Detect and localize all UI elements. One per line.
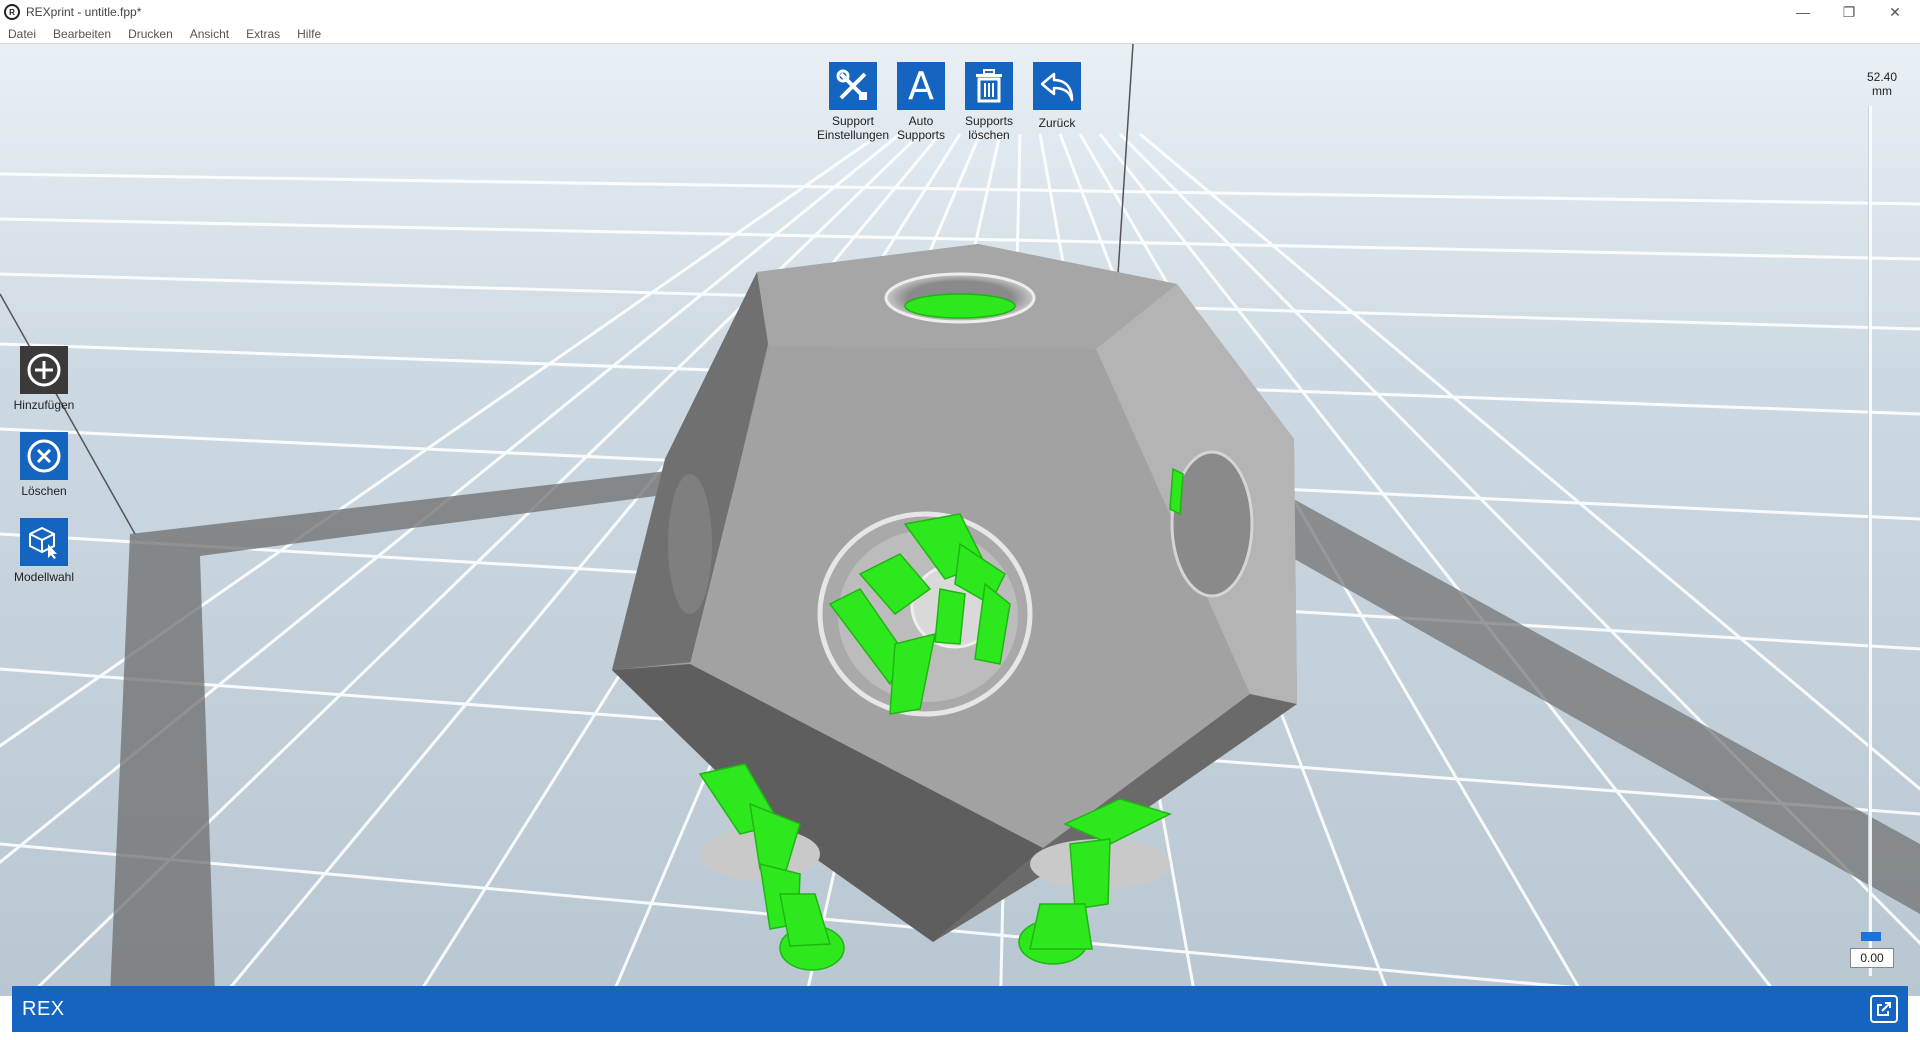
menu-drucken[interactable]: Drucken bbox=[120, 27, 182, 41]
external-link-icon[interactable] bbox=[1870, 995, 1898, 1023]
menu-extras[interactable]: Extras bbox=[238, 27, 289, 41]
add-model-button[interactable]: Hinzufügen bbox=[8, 346, 80, 412]
delete-supports-button[interactable]: Supports löschen bbox=[951, 62, 1027, 142]
scene-canvas bbox=[0, 44, 1920, 996]
height-max-readout: 52.40 mm bbox=[1854, 70, 1910, 98]
x-circle-icon bbox=[20, 432, 68, 480]
back-button[interactable]: Zurück bbox=[1019, 62, 1095, 130]
title-bar: R REXprint - untitle.fpp* — ❐ ✕ bbox=[0, 0, 1920, 24]
tools-icon bbox=[829, 62, 877, 110]
height-max-value: 52.40 bbox=[1866, 70, 1898, 84]
rex-logo-icon: R bbox=[4, 4, 20, 20]
menu-bar: Datei Bearbeiten Drucken Ansicht Extras … bbox=[0, 24, 1920, 44]
auto-supports-button[interactable]: A Auto Supports bbox=[883, 62, 959, 142]
3d-viewport[interactable]: Support Einstellungen A Auto Supports Su… bbox=[0, 44, 1920, 996]
status-bar: REX bbox=[12, 986, 1908, 1032]
close-icon[interactable]: ✕ bbox=[1872, 0, 1918, 24]
trash-icon bbox=[965, 62, 1013, 110]
support-settings-label: Support Einstellungen bbox=[816, 114, 890, 142]
undo-icon bbox=[1033, 62, 1081, 110]
height-slider-thumb[interactable] bbox=[1861, 932, 1881, 941]
brand-label: REX bbox=[22, 997, 65, 1020]
letter-a-icon: A bbox=[897, 62, 945, 110]
model-select-label: Modellwahl bbox=[13, 570, 75, 584]
restore-icon[interactable]: ❐ bbox=[1826, 0, 1872, 24]
delete-model-label: Löschen bbox=[21, 484, 67, 498]
height-slider-track[interactable] bbox=[1868, 106, 1872, 976]
menu-datei[interactable]: Datei bbox=[0, 27, 45, 41]
app-window: R REXprint - untitle.fpp* — ❐ ✕ Datei Be… bbox=[0, 0, 1920, 1040]
model-select-button[interactable]: Modellwahl bbox=[8, 518, 80, 584]
menu-bearbeiten[interactable]: Bearbeiten bbox=[45, 27, 120, 41]
menu-hilfe[interactable]: Hilfe bbox=[289, 27, 330, 41]
cube-cursor-icon bbox=[20, 518, 68, 566]
add-model-label: Hinzufügen bbox=[13, 398, 75, 412]
back-label: Zurück bbox=[1038, 116, 1076, 130]
minimize-icon[interactable]: — bbox=[1780, 0, 1826, 24]
window-title: REXprint - untitle.fpp* bbox=[26, 5, 142, 19]
auto-supports-label: Auto Supports bbox=[896, 114, 946, 142]
support-settings-button[interactable]: Support Einstellungen bbox=[815, 62, 891, 142]
height-min-input[interactable]: 0.00 bbox=[1850, 948, 1894, 968]
menu-ansicht[interactable]: Ansicht bbox=[182, 27, 238, 41]
height-unit: mm bbox=[1872, 84, 1892, 98]
delete-supports-label: Supports löschen bbox=[964, 114, 1014, 142]
delete-model-button[interactable]: Löschen bbox=[8, 432, 80, 498]
plus-circle-icon bbox=[20, 346, 68, 394]
